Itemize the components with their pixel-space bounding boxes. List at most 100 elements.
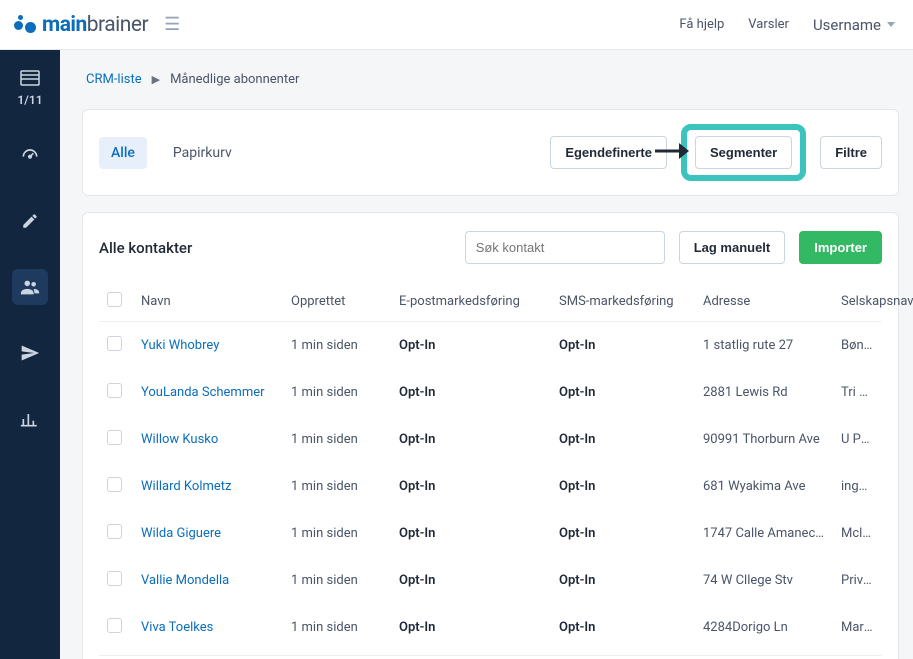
help-link[interactable]: Få hjelp bbox=[679, 17, 724, 32]
table-row: Willard Kolmetz1 min sidenOpt-InOpt-In68… bbox=[99, 463, 882, 510]
sidebar-item-send[interactable] bbox=[12, 335, 48, 371]
cell-company: U Pull It bbox=[833, 416, 882, 463]
cell-email-mkt: Opt-In bbox=[391, 557, 551, 604]
sidebar-item-contacts[interactable] bbox=[12, 269, 48, 305]
chevron-down-icon bbox=[887, 22, 895, 27]
pager: Elementer per side: 20 1 - 1 of 1 ‹ › bbox=[99, 655, 882, 659]
cell-created: 1 min siden bbox=[283, 557, 391, 604]
col-name[interactable]: Navn bbox=[133, 282, 283, 322]
segments-highlight: Segmenter bbox=[681, 124, 806, 181]
chevron-right-icon: ▶ bbox=[152, 73, 160, 86]
username-label: Username bbox=[813, 16, 881, 34]
menu-toggle-icon[interactable]: ☰ bbox=[164, 14, 180, 35]
contact-name-link[interactable]: Vallie Mondella bbox=[141, 573, 229, 588]
sidebar-item-edit[interactable] bbox=[12, 203, 48, 239]
gauge-icon bbox=[20, 145, 40, 165]
row-checkbox[interactable] bbox=[107, 524, 122, 539]
row-checkbox[interactable] bbox=[107, 618, 122, 633]
custom-fields-button[interactable]: Egendefinerte bbox=[550, 136, 667, 169]
contact-name-link[interactable]: Willow Kusko bbox=[141, 432, 218, 447]
alerts-link[interactable]: Varsler bbox=[748, 17, 789, 32]
select-all-checkbox[interactable] bbox=[107, 292, 122, 307]
contacts-panel: Alle kontakter Lag manuelt Importer Navn bbox=[82, 212, 899, 659]
contact-name-link[interactable]: Viva Toelkes bbox=[141, 620, 213, 635]
contact-name-link[interactable]: Wilda Giguere bbox=[141, 526, 221, 541]
search-input[interactable] bbox=[465, 231, 665, 264]
cell-email-mkt: Opt-In bbox=[391, 463, 551, 510]
cell-created: 1 min siden bbox=[283, 604, 391, 651]
table-row: Viva Toelkes1 min sidenOpt-InOpt-In4284D… bbox=[99, 604, 882, 651]
tabbar: Alle Papirkurv Egendefinerte Segmenter F… bbox=[82, 109, 899, 196]
sidebar: 1/11 bbox=[0, 50, 60, 659]
tab-trash[interactable]: Papirkurv bbox=[161, 137, 244, 169]
breadcrumb: CRM-liste ▶ Månedlige abonnenter bbox=[86, 72, 899, 87]
cell-created: 1 min siden bbox=[283, 369, 391, 416]
contact-name-link[interactable]: Yuki Whobrey bbox=[141, 338, 219, 353]
cell-created: 1 min siden bbox=[283, 463, 391, 510]
logo-icon bbox=[14, 14, 36, 36]
users-icon bbox=[19, 276, 41, 298]
cell-sms-mkt: Opt-In bbox=[551, 463, 695, 510]
panel-title: Alle kontakter bbox=[99, 239, 192, 257]
cell-address: 74 W Cllege Stv bbox=[695, 557, 833, 604]
user-menu[interactable]: Username bbox=[813, 16, 895, 34]
cell-address: 90991 Thorburn Ave bbox=[695, 416, 833, 463]
cell-email-mkt: Opt-In bbox=[391, 604, 551, 651]
cell-created: 1 min siden bbox=[283, 322, 391, 370]
tab-all[interactable]: Alle bbox=[99, 137, 147, 169]
table-row: YouLanda Schemmer1 min sidenOpt-InOpt-In… bbox=[99, 369, 882, 416]
cell-sms-mkt: Opt-In bbox=[551, 557, 695, 604]
table-row: Vallie Mondella1 min sidenOpt-InOpt-In74… bbox=[99, 557, 882, 604]
col-address[interactable]: Adresse bbox=[695, 282, 833, 322]
col-email-mkt[interactable]: E-postmarkedsføring bbox=[391, 282, 551, 322]
paper-plane-icon bbox=[20, 343, 40, 363]
table-row: Wilda Giguere1 min sidenOpt-InOpt-In1747… bbox=[99, 510, 882, 557]
row-checkbox[interactable] bbox=[107, 336, 122, 351]
col-company[interactable]: Selskapsnavn bbox=[833, 282, 882, 322]
cell-sms-mkt: Opt-In bbox=[551, 510, 695, 557]
cell-address: 2881 Lewis Rd bbox=[695, 369, 833, 416]
cell-email-mkt: Opt-In bbox=[391, 510, 551, 557]
cell-address: 1 statlig rute 27 bbox=[695, 322, 833, 370]
sidebar-step: 1/11 bbox=[17, 70, 42, 107]
create-manual-button[interactable]: Lag manuelt bbox=[679, 231, 786, 264]
breadcrumb-current: Månedlige abonnenter bbox=[170, 72, 299, 87]
col-sms-mkt[interactable]: SMS-markedsføring bbox=[551, 282, 695, 322]
topbar: mainbrainer ☰ Få hjelp Varsler Username bbox=[0, 0, 913, 50]
row-checkbox[interactable] bbox=[107, 430, 122, 445]
contacts-table: Navn Opprettet E-postmarkedsføring SMS-m… bbox=[99, 282, 882, 651]
list-icon bbox=[17, 70, 42, 89]
filters-button[interactable]: Filtre bbox=[820, 136, 882, 169]
sidebar-item-analytics[interactable] bbox=[12, 401, 48, 437]
cell-company: Tri M tool Inc bbox=[833, 369, 882, 416]
sidebar-item-dashboard[interactable] bbox=[12, 137, 48, 173]
import-button[interactable]: Importer bbox=[799, 231, 882, 264]
cell-sms-mkt: Opt-In bbox=[551, 322, 695, 370]
table-row: Yuki Whobrey1 min sidenOpt-InOpt-In1 sta… bbox=[99, 322, 882, 370]
cell-address: 681 Wyakima Ave bbox=[695, 463, 833, 510]
table-row: Willow Kusko1 min sidenOpt-InOpt-In90991… bbox=[99, 416, 882, 463]
cell-sms-mkt: Opt-In bbox=[551, 604, 695, 651]
cell-sms-mkt: Opt-In bbox=[551, 416, 695, 463]
cell-company: Private Proerties bbox=[833, 557, 882, 604]
segments-button[interactable]: Segmenter bbox=[695, 136, 792, 169]
row-checkbox[interactable] bbox=[107, 383, 122, 398]
cell-email-mkt: Opt-In bbox=[391, 416, 551, 463]
bar-chart-icon bbox=[20, 409, 40, 429]
cell-created: 1 min siden bbox=[283, 510, 391, 557]
breadcrumb-root[interactable]: CRM-liste bbox=[86, 72, 142, 87]
col-created[interactable]: Opprettet bbox=[283, 282, 391, 322]
pencil-icon bbox=[21, 212, 39, 230]
cell-email-mkt: Opt-In bbox=[391, 369, 551, 416]
contact-name-link[interactable]: Willard Kolmetz bbox=[141, 479, 232, 494]
row-checkbox[interactable] bbox=[107, 571, 122, 586]
cell-address: 4284Dorigo Ln bbox=[695, 604, 833, 651]
logo[interactable]: mainbrainer bbox=[14, 13, 148, 37]
cell-company: ingalls,Donald bbox=[833, 463, 882, 510]
contact-name-link[interactable]: YouLanda Schemmer bbox=[141, 385, 265, 400]
row-checkbox[interactable] bbox=[107, 477, 122, 492]
cell-email-mkt: Opt-In bbox=[391, 322, 551, 370]
cell-company: Mark Iv Press bbox=[833, 604, 882, 651]
cell-sms-mkt: Opt-In bbox=[551, 369, 695, 416]
cell-address: 1747 Calle Amanecer #2 bbox=[695, 510, 833, 557]
